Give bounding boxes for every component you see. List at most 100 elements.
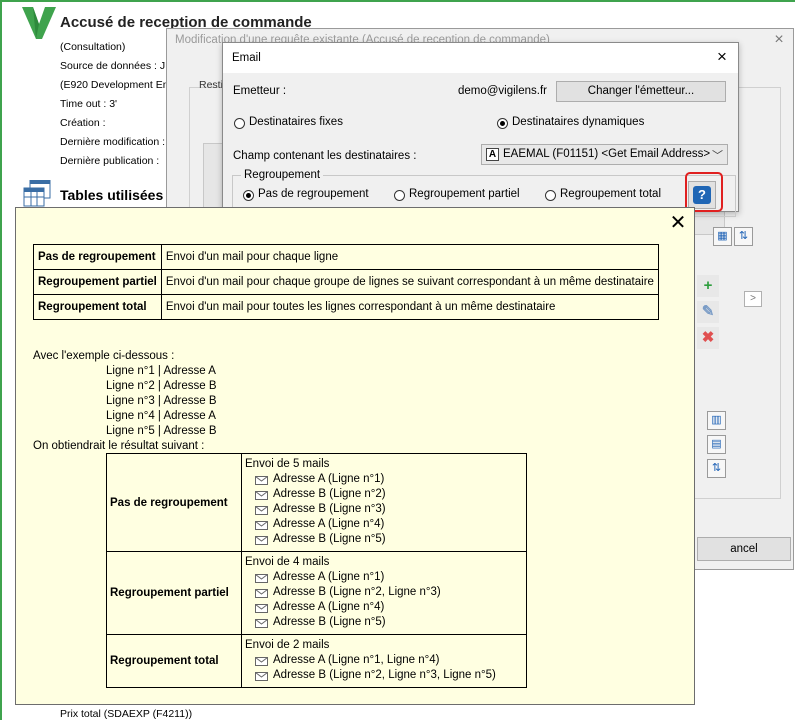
add-icon[interactable]: + [697, 275, 719, 297]
sender-label: Emetteur : [233, 85, 287, 97]
mail-item: Adresse B (Ligne n°5) [245, 615, 523, 630]
text-field-icon: A [486, 148, 499, 161]
mail-label: Adresse B (Ligne n°5) [273, 533, 386, 545]
radio-label: Regroupement total [560, 188, 662, 200]
table-icon[interactable]: ▦ [713, 227, 732, 246]
envelope-icon [255, 506, 268, 515]
table-row: Regroupement total Envoi de 2 mails Adre… [106, 634, 527, 688]
restriction-label: Resti [199, 79, 223, 91]
sender-value: demo@vigilens.fr [457, 85, 547, 97]
radio-fixed-recipients[interactable] [234, 118, 245, 129]
result-summary: Envoi de 2 mails [245, 639, 330, 651]
calendar-icon[interactable]: ▤ [707, 435, 726, 454]
select-value: EAEMAL (F01151) <Get Email Address> [503, 148, 711, 160]
table-row: Pas de regroupement Envoi d'un mail pour… [33, 244, 659, 270]
sort-icon[interactable]: ⇅ [734, 227, 753, 246]
app-logo-icon [22, 7, 56, 39]
envelope-icon [255, 491, 268, 500]
mail-item: Adresse A (Ligne n°4) [245, 517, 523, 532]
field-list-item[interactable]: Prix total (SDAEXP (F4211)) [60, 708, 192, 720]
definition-term: Regroupement partiel [33, 269, 162, 295]
radio-label: Destinataires fixes [249, 116, 343, 128]
table-row: Regroupement total Envoi d'un mail pour … [33, 294, 659, 320]
example-intro: Avec l'exemple ci-dessous : [33, 350, 175, 362]
mail-item: Adresse B (Ligne n°2, Ligne n°3, Ligne n… [245, 668, 523, 683]
mail-label: Adresse B (Ligne n°2, Ligne n°3) [273, 586, 441, 598]
dialog-title: Email [232, 52, 261, 64]
mail-label: Adresse A (Ligne n°4) [273, 518, 385, 530]
close-icon[interactable]: × [712, 47, 732, 67]
window-top-border [0, 0, 795, 2]
result-cell: Envoi de 5 mails Adresse A (Ligne n°1) A… [241, 453, 527, 552]
mail-label: Adresse A (Ligne n°1) [273, 571, 385, 583]
result-term: Pas de regroupement [106, 453, 242, 552]
mail-item: Adresse B (Ligne n°3) [245, 502, 523, 517]
example-line: Ligne n°5 | Adresse B [106, 425, 217, 437]
table-icon[interactable]: ▥ [707, 411, 726, 430]
info-line: (Consultation) [60, 41, 126, 53]
mail-item: Adresse A (Ligne n°1) [245, 570, 523, 585]
mail-item: Adresse B (Ligne n°2, Ligne n°3) [245, 585, 523, 600]
cancel-button[interactable]: ancel [697, 537, 791, 561]
envelope-icon [255, 476, 268, 485]
mail-label: Adresse B (Ligne n°5) [273, 616, 386, 628]
result-summary: Envoi de 5 mails [245, 458, 330, 470]
radio-label: Pas de regroupement [258, 188, 369, 200]
radio-no-grouping[interactable] [243, 190, 254, 201]
radio-label: Destinataires dynamiques [512, 116, 645, 128]
mail-label: Adresse A (Ligne n°1, Ligne n°4) [273, 654, 440, 666]
radio-dynamic-recipients[interactable] [497, 118, 508, 129]
info-line: Source de données : J [60, 60, 166, 72]
envelope-icon [255, 521, 268, 530]
example-line: Ligne n°2 | Adresse B [106, 380, 217, 392]
radio-label: Regroupement partiel [409, 188, 520, 200]
envelope-icon [255, 604, 268, 613]
table-row: Pas de regroupement Envoi de 5 mails Adr… [106, 453, 527, 552]
scroll-right-icon[interactable]: > [744, 291, 762, 307]
results-table: Pas de regroupement Envoi de 5 mails Adr… [106, 453, 527, 688]
result-cell: Envoi de 4 mails Adresse A (Ligne n°1) A… [241, 551, 527, 635]
delete-icon[interactable]: ✖ [697, 327, 719, 349]
info-line: Dernière modification : [60, 136, 166, 148]
recipient-field-label: Champ contenant les destinataires : [233, 150, 417, 162]
recipient-field-select[interactable]: A EAEMAL (F01151) <Get Email Address> ﹀ [481, 144, 728, 165]
result-term: Regroupement partiel [106, 551, 242, 635]
help-popup: ✕ Pas de regroupement Envoi d'un mail po… [15, 207, 695, 705]
info-line: Time out : 3' [60, 98, 118, 110]
edit-icon[interactable]: ✎ [697, 301, 719, 323]
mail-label: Adresse A (Ligne n°1) [273, 473, 385, 485]
table-row: Regroupement partiel Envoi d'un mail pou… [33, 269, 659, 295]
example-block: Avec l'exemple ci-dessous : Ligne n°1 | … [33, 349, 217, 454]
table-row: Regroupement partiel Envoi de 4 mails Ad… [106, 551, 527, 635]
email-titlebar [223, 43, 738, 73]
radio-total-grouping[interactable] [545, 190, 556, 201]
definition-term: Pas de regroupement [33, 244, 162, 270]
sort-icon[interactable]: ⇅ [707, 459, 726, 478]
tables-icon [23, 180, 51, 207]
mail-label: Adresse B (Ligne n°2) [273, 488, 386, 500]
mail-item: Adresse A (Ligne n°4) [245, 600, 523, 615]
envelope-icon [255, 536, 268, 545]
info-line: (E920 Development En [60, 79, 169, 91]
definition-description: Envoi d'un mail pour chaque ligne [160, 244, 659, 270]
definition-description: Envoi d'un mail pour chaque groupe de li… [160, 269, 659, 295]
mail-label: Adresse B (Ligne n°3) [273, 503, 386, 515]
definitions-table: Pas de regroupement Envoi d'un mail pour… [33, 244, 659, 320]
mail-item: Adresse B (Ligne n°5) [245, 532, 523, 547]
mail-item: Adresse A (Ligne n°1) [245, 472, 523, 487]
close-icon[interactable]: × [769, 31, 789, 49]
definition-term: Regroupement total [33, 294, 162, 320]
envelope-icon [255, 657, 268, 666]
radio-partial-grouping[interactable] [394, 190, 405, 201]
envelope-icon [255, 619, 268, 628]
grouping-legend: Regroupement [241, 169, 324, 181]
close-icon[interactable]: ✕ [667, 212, 689, 234]
envelope-icon [255, 574, 268, 583]
window-left-border [0, 0, 2, 720]
example-line: Ligne n°1 | Adresse A [106, 365, 216, 377]
change-sender-button[interactable]: Changer l'émetteur... [556, 81, 726, 102]
example-line: Ligne n°3 | Adresse B [106, 395, 217, 407]
envelope-icon [255, 589, 268, 598]
help-button-highlight [685, 172, 723, 212]
example-line: Ligne n°4 | Adresse A [106, 410, 216, 422]
